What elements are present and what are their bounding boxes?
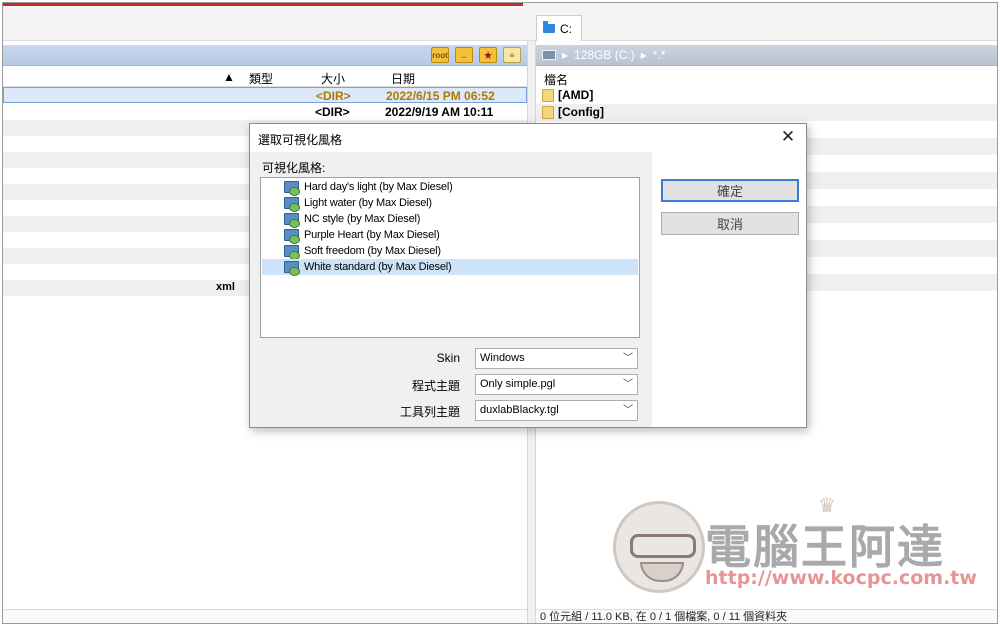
toolbar-theme-select[interactable]: duxlabBlacky.tgl ﹀ [475, 400, 638, 421]
style-theme-icon [284, 212, 300, 228]
style-theme-icon [284, 180, 300, 196]
row-date: 2022/6/15 PM 06:52 [386, 89, 495, 103]
right-column-header: 檔名 [536, 67, 997, 88]
program-theme-value: Only simple.pgl [480, 378, 556, 390]
style-item-label: Light water (by Max Diesel) [304, 197, 432, 209]
path-filter[interactable]: *.* [653, 48, 666, 62]
style-theme-icon [284, 228, 300, 244]
row-date: 2022/9/19 AM 10:11 [385, 105, 494, 119]
tab-drive-c-label: C: [560, 21, 572, 36]
dialog-title: 選取可視化風格 [258, 133, 343, 147]
styles-label: 可視化風格: [262, 161, 326, 175]
column-date[interactable]: 日期 [391, 70, 415, 87]
top-bar: C: [3, 3, 997, 41]
style-theme-icon [284, 196, 300, 212]
sort-arrow-icon[interactable]: ▲ [223, 70, 235, 84]
drive-icon [542, 50, 556, 60]
style-item-label: Hard day's light (by Max Diesel) [304, 181, 453, 193]
mascot-face-icon [613, 501, 705, 593]
dialog-left-pane: 可視化風格: Hard day's light (by Max Diesel) … [250, 152, 652, 427]
cancel-button[interactable]: 取消 [661, 212, 799, 235]
tab-drive-c[interactable]: C: [536, 15, 582, 41]
left-column-header: ▲ 類型 大小 日期 [3, 67, 527, 87]
folder-icon [543, 21, 555, 33]
folder-icon [542, 89, 554, 102]
row-size: <DIR> [315, 105, 350, 119]
dialog-titlebar[interactable]: 選取可視化風格 ✕ [250, 124, 806, 152]
ok-button[interactable]: 確定 [661, 179, 799, 202]
program-theme-label: 程式主題 [411, 379, 460, 393]
notes-icon[interactable]: ≡ [503, 47, 521, 63]
right-path-bar[interactable]: ▸ 128GB (C:) ▸ *.* [536, 45, 997, 66]
path-drive[interactable]: 128GB (C:) [574, 48, 635, 62]
skin-label: Skin [436, 351, 460, 365]
watermark-logo: ♛ 電腦王阿達 http://www.kocpc.com.tw [613, 493, 977, 593]
chevron-down-icon: ﹀ [623, 379, 633, 390]
folder-icon [542, 106, 554, 119]
style-item-label: Soft freedom (by Max Diesel) [304, 245, 441, 257]
style-item[interactable]: Soft freedom (by Max Diesel) [262, 243, 638, 260]
skin-select-value: Windows [480, 352, 525, 364]
style-item[interactable]: Purple Heart (by Max Diesel) [262, 227, 638, 244]
chevron-down-icon: ﹀ [623, 353, 633, 364]
left-status-bar [3, 609, 527, 623]
left-toolbar: root .. ★ ≡ [431, 47, 521, 63]
dialog-right-pane: 確定 取消 [652, 152, 806, 427]
right-row[interactable]: [AMD] [536, 87, 997, 104]
row-extension: xml [216, 281, 235, 293]
toolbar-theme-value: duxlabBlacky.tgl [480, 404, 559, 416]
chevron-down-icon: ﹀ [623, 405, 633, 416]
style-item-label: Purple Heart (by Max Diesel) [304, 229, 440, 241]
path-separator: ▸ [562, 48, 569, 62]
style-item[interactable]: NC style (by Max Diesel) [262, 211, 638, 228]
left-row[interactable]: <DIR> 2022/9/19 AM 10:11 [3, 104, 527, 120]
style-item[interactable]: Light water (by Max Diesel) [262, 195, 638, 212]
active-tab-indicator [3, 3, 523, 6]
watermark-url: http://www.kocpc.com.tw [705, 567, 977, 589]
styles-listbox[interactable]: Hard day's light (by Max Diesel) Light w… [260, 177, 640, 338]
row-name: [Config] [558, 105, 604, 119]
up-folder-icon[interactable]: .. [455, 47, 473, 63]
style-item-selected[interactable]: White standard (by Max Diesel) [262, 259, 638, 276]
left-path-bar[interactable]: root .. ★ ≡ [3, 45, 527, 66]
style-theme-icon [284, 260, 300, 276]
column-size[interactable]: 大小 [321, 70, 345, 87]
visual-style-dialog: 選取可視化風格 ✕ 可視化風格: Hard day's light (by Ma… [249, 123, 807, 428]
right-row[interactable]: [Config] [536, 104, 997, 121]
right-status-bar: 0 位元組 / 11.0 KB, 在 0 / 1 個檔案, 0 / 11 個資料… [536, 609, 997, 623]
style-item[interactable]: Hard day's light (by Max Diesel) [262, 179, 638, 196]
root-folder-icon[interactable]: root [431, 47, 449, 63]
toolbar-theme-label: 工具列主題 [399, 405, 460, 419]
row-name: [AMD] [558, 88, 594, 102]
left-row-selected[interactable]: <DIR> 2022/6/15 PM 06:52 [3, 87, 527, 103]
style-theme-icon [284, 244, 300, 260]
style-item-label: White standard (by Max Diesel) [304, 261, 452, 273]
style-item-label: NC style (by Max Diesel) [304, 213, 421, 225]
close-icon[interactable]: ✕ [776, 126, 800, 148]
path-separator: ▸ [640, 48, 647, 62]
skin-select[interactable]: Windows ﹀ [475, 348, 638, 369]
column-type[interactable]: 類型 [249, 70, 273, 87]
favorites-star-icon[interactable]: ★ [479, 47, 497, 63]
column-name[interactable]: 檔名 [544, 71, 568, 88]
row-size: <DIR> [316, 89, 351, 103]
program-theme-select[interactable]: Only simple.pgl ﹀ [475, 374, 638, 395]
